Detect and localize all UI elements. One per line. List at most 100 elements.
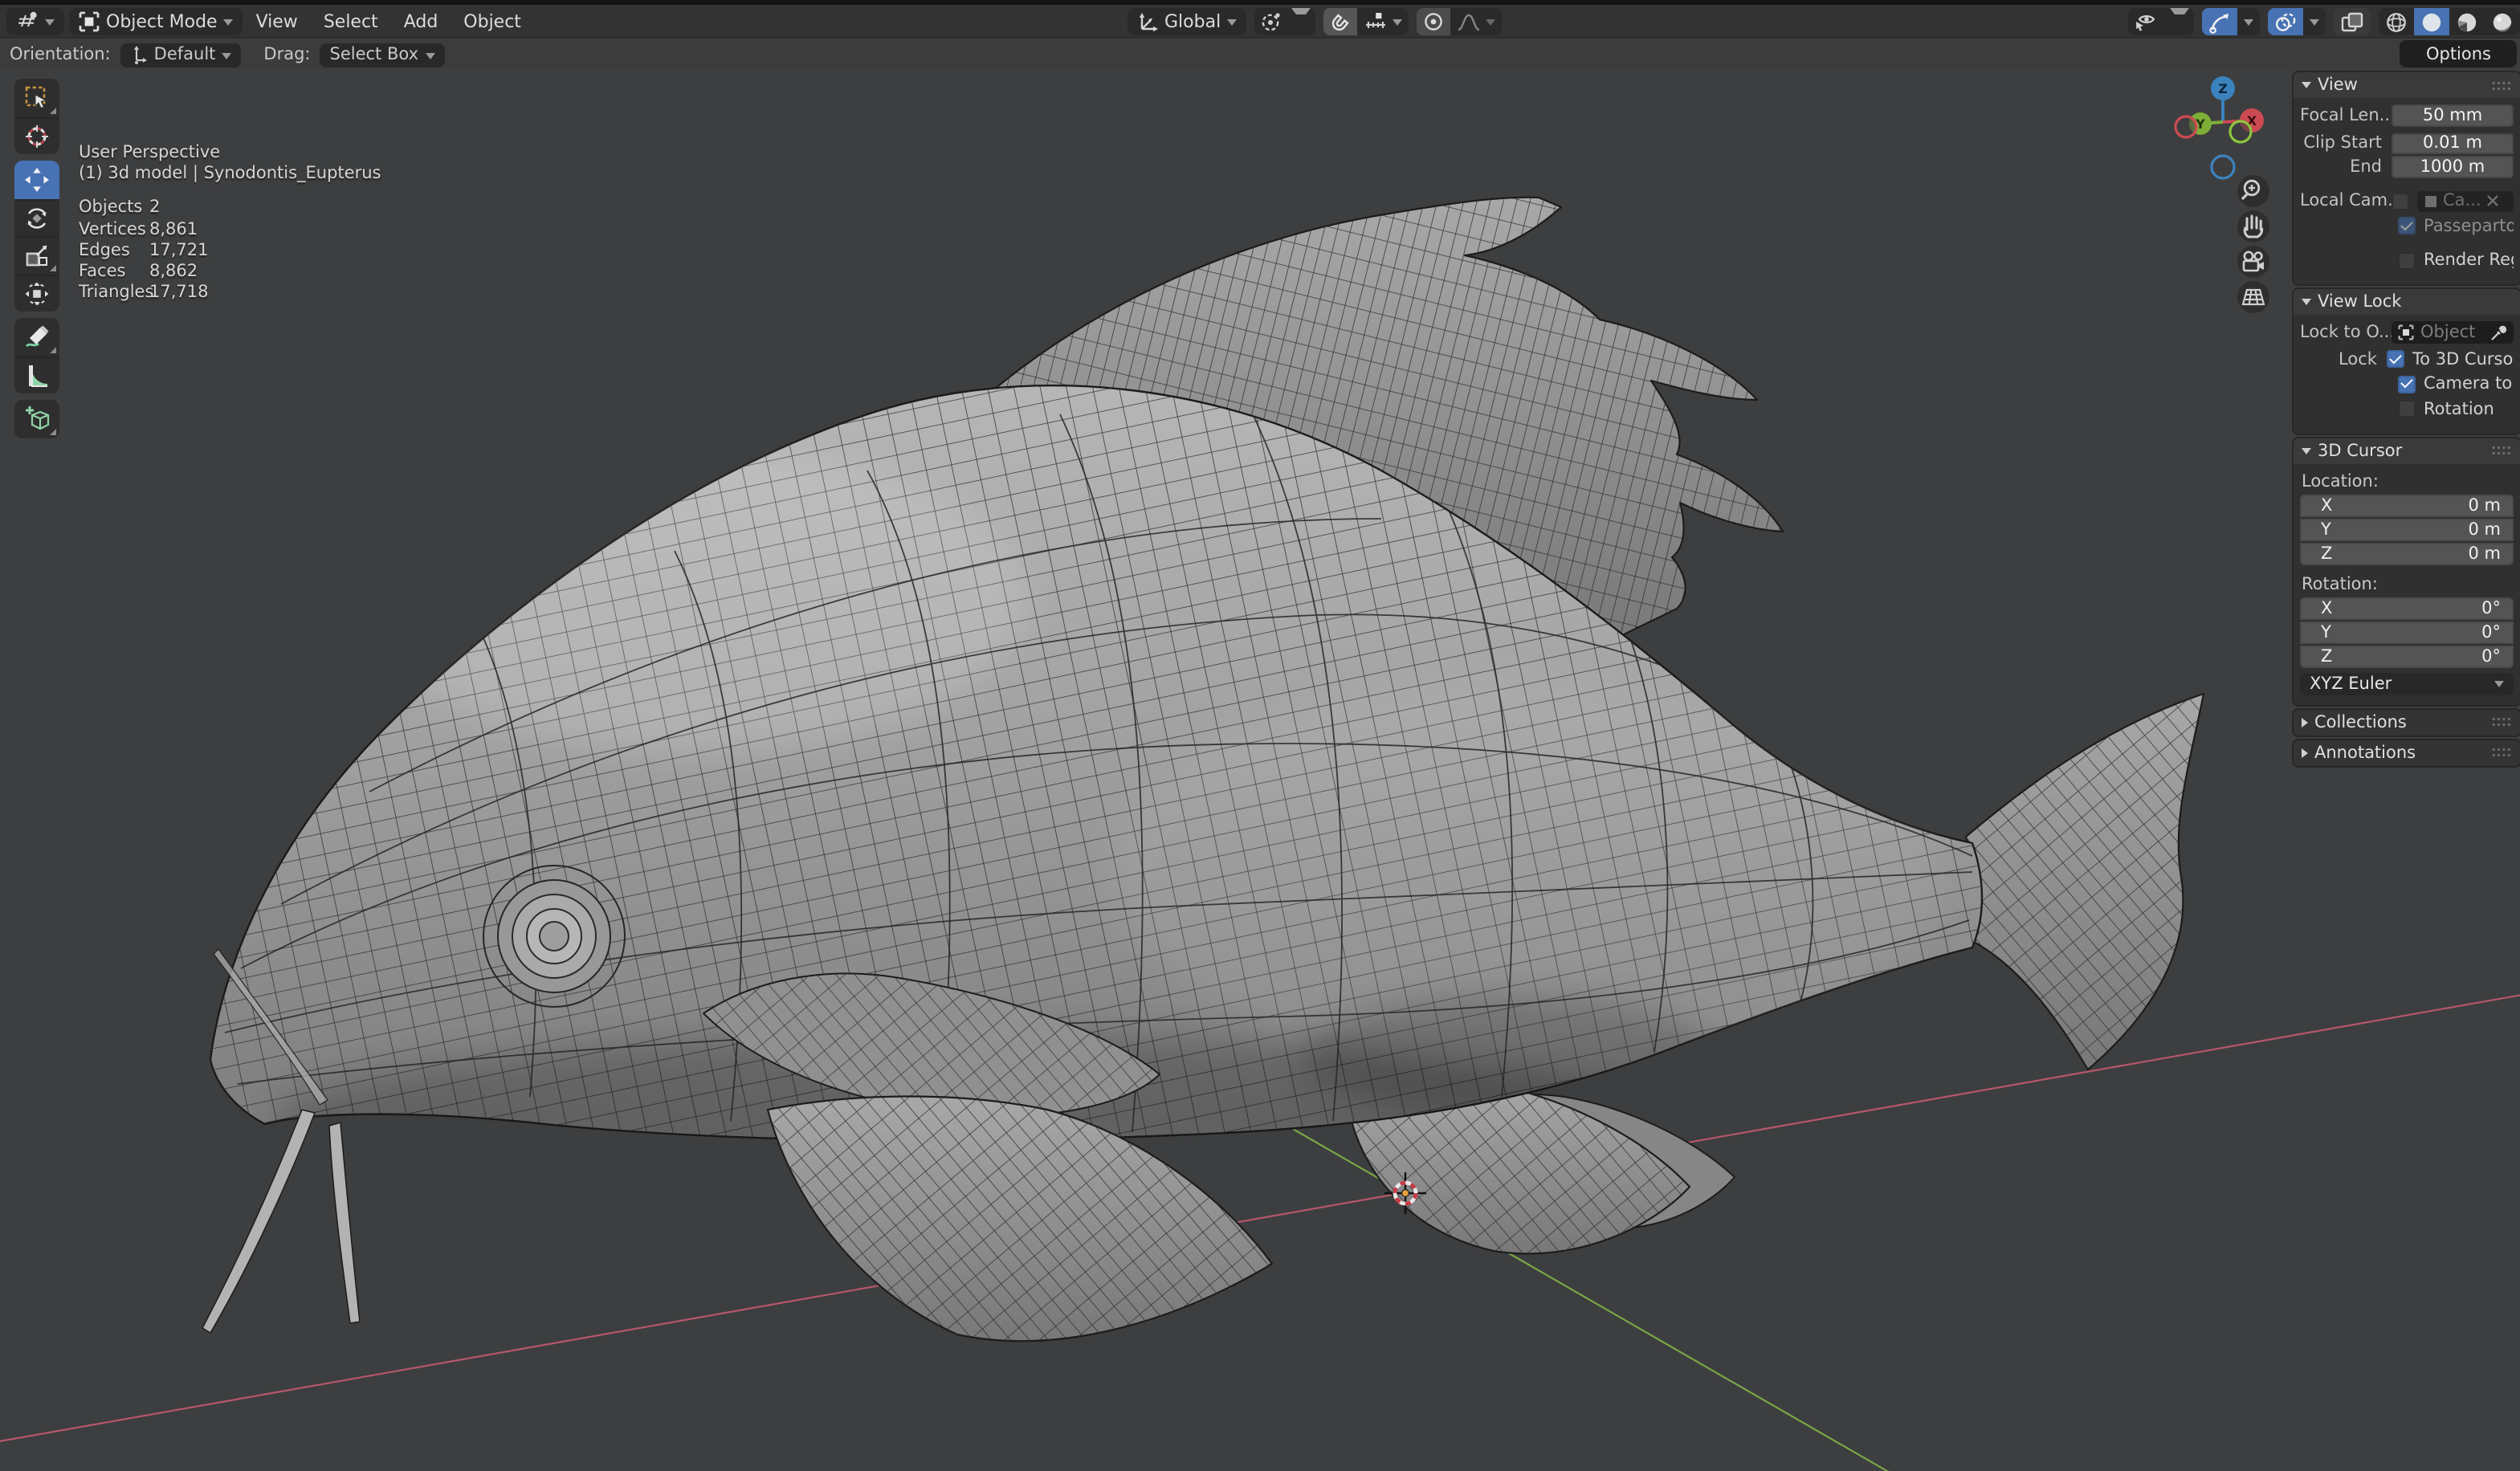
xray-toggle[interactable] (2334, 8, 2371, 35)
perspective-toggle-button[interactable] (2237, 281, 2269, 313)
tool-cursor[interactable] (14, 116, 59, 154)
clip-start-field[interactable]: 0.01 m (2392, 132, 2514, 154)
chevron-down-icon (2310, 19, 2319, 26)
gizmos-group (2202, 8, 2260, 35)
pan-view-hand-button[interactable] (2237, 210, 2269, 242)
orientation-dropdown-value: Default (154, 45, 216, 64)
gizmo-dropdown[interactable] (2237, 8, 2260, 35)
menu-select[interactable]: Select (311, 7, 391, 35)
fish-model (202, 198, 2204, 1341)
cursor-location-y-field[interactable]: Y0 m (2300, 518, 2514, 540)
mode-dropdown[interactable]: Object Mode (69, 7, 243, 35)
overlays-dropdown[interactable] (2303, 8, 2326, 35)
local-camera-object-field[interactable]: Ca... (2417, 190, 2514, 212)
sidebar-n-panel: View Focal Len... 50 mm Clip Start 0.01 … (2294, 72, 2520, 770)
local-camera-checkbox[interactable] (2392, 193, 2409, 210)
panel-title: 3D Cursor (2318, 441, 2402, 460)
cursor-location-z-field[interactable]: Z0 m (2300, 542, 2514, 564)
panel-view-header[interactable]: View (2294, 72, 2520, 98)
focal-length-field[interactable]: 50 mm (2392, 104, 2514, 126)
tool-measure[interactable] (14, 356, 59, 393)
drag-grip-icon[interactable] (2491, 445, 2512, 456)
stat-label: Objects (79, 198, 149, 219)
stat-value: 8,861 (149, 219, 381, 240)
orientation-dropdown[interactable]: Default (120, 43, 242, 67)
stat-value: 2 (149, 198, 381, 219)
drag-grip-icon[interactable] (2491, 716, 2512, 727)
panel-3d-cursor-header[interactable]: 3D Cursor (2294, 438, 2520, 463)
proportional-group (1417, 8, 1502, 35)
object-data-icon (2398, 324, 2414, 340)
proportional-falloff-dropdown[interactable] (1450, 8, 1502, 35)
panel-annotations-header[interactable]: Annotations (2294, 740, 2520, 765)
chevron-right-icon (2302, 717, 2308, 727)
eyedropper-icon[interactable] (2489, 324, 2507, 341)
fish-eye (483, 866, 625, 1007)
chevron-down-icon (1486, 19, 1495, 26)
object-mode-icon (79, 10, 100, 31)
shading-material-button[interactable] (2449, 8, 2485, 35)
panel-title: View (2318, 75, 2358, 95)
clip-end-field[interactable]: 1000 m (2392, 156, 2514, 177)
snap-target-dropdown[interactable] (1357, 8, 1409, 35)
lock-rotation-label: Rotation (2424, 400, 2494, 419)
zoom-view-button[interactable] (2237, 175, 2269, 207)
overlays-group (2268, 8, 2326, 35)
shading-solid-button[interactable] (2414, 8, 2449, 35)
magnet-icon (1330, 11, 1351, 32)
tool-move[interactable] (14, 161, 59, 198)
pivot-point-dropdown[interactable] (1254, 8, 1315, 35)
camera-view-button[interactable] (2237, 246, 2269, 278)
viewport-3d[interactable]: User Perspective (1) 3d model | Synodont… (0, 69, 2520, 1471)
tool-scale[interactable] (14, 236, 59, 274)
passepartout-checkbox[interactable] (2398, 218, 2416, 235)
panel-collections-header[interactable]: Collections (2294, 709, 2520, 735)
cursor-location-x-field[interactable]: X0 m (2300, 494, 2514, 516)
render-region-checkbox[interactable] (2398, 252, 2416, 270)
menu-view[interactable]: View (243, 7, 311, 35)
tool-rotate[interactable] (14, 198, 59, 236)
gizmo-icon (2208, 10, 2231, 33)
options-button[interactable]: Options (2400, 40, 2517, 67)
cursor-rotation-x-field[interactable]: X0° (2300, 597, 2514, 619)
clip-end-label: End (2300, 157, 2392, 177)
drag-dropdown-value: Select Box (330, 45, 419, 64)
chevron-down-icon (2302, 299, 2311, 305)
camera-to-view-checkbox[interactable] (2398, 376, 2416, 393)
stat-label: Faces (79, 262, 149, 283)
tool-annotate[interactable] (14, 318, 59, 356)
cursor-rotation-z-field[interactable]: Z0° (2300, 645, 2514, 667)
shading-rendered-button[interactable] (2485, 8, 2520, 35)
menu-object[interactable]: Object (451, 7, 534, 35)
menu-add[interactable]: Add (391, 7, 451, 35)
drag-grip-icon[interactable] (2491, 747, 2512, 758)
tool-select-box[interactable] (14, 79, 59, 116)
viewport-header: Object Mode View Select Add Object Globa… (0, 5, 2520, 39)
snap-toggle[interactable] (1323, 8, 1357, 35)
tool-transform[interactable] (14, 274, 59, 312)
shading-wireframe-button[interactable] (2379, 8, 2414, 35)
snap-group (1323, 8, 1409, 35)
show-overlays-toggle[interactable] (2268, 8, 2303, 35)
lock-rotation-checkbox[interactable] (2398, 401, 2416, 418)
axis-gizmo[interactable]: Z Y X (2175, 76, 2264, 178)
stat-label: Vertices (79, 219, 149, 240)
panel-view-lock-header[interactable]: View Lock (2294, 289, 2520, 315)
lock-to-3d-cursor-checkbox[interactable] (2387, 351, 2404, 369)
rotation-mode-dropdown[interactable]: XYZ Euler (2300, 672, 2514, 695)
tool-add-cube[interactable] (14, 400, 59, 438)
show-gizmo-toggle[interactable] (2202, 8, 2237, 35)
cursor-rotation-y-field[interactable]: Y0° (2300, 621, 2514, 643)
transform-orientation-dropdown[interactable]: Global (1127, 8, 1246, 35)
visibility-dropdown[interactable] (2128, 8, 2194, 35)
shading-rendered-icon (2491, 10, 2514, 33)
editor-type-button[interactable] (6, 7, 64, 35)
clip-start-label: Clip Start (2300, 134, 2392, 153)
drag-grip-icon[interactable] (2491, 79, 2512, 91)
lock-to-object-field[interactable]: Object (2392, 321, 2514, 344)
drag-dropdown[interactable]: Select Box (320, 43, 445, 67)
svg-text:Z: Z (2218, 81, 2228, 96)
clear-x-icon[interactable] (2486, 195, 2499, 208)
proportional-editing-toggle[interactable] (1417, 8, 1450, 35)
proportional-circle-icon (1423, 11, 1444, 32)
